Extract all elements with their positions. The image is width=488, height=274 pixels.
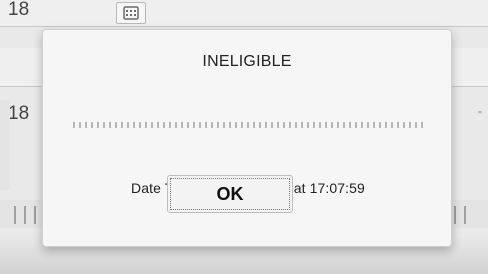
calendar-icon <box>123 6 139 20</box>
background-left-edge <box>0 100 10 190</box>
row-number: 18 <box>8 103 30 124</box>
calendar-button[interactable] <box>116 2 146 24</box>
background-right-ticks: '' <box>478 110 482 121</box>
ok-button[interactable]: OK <box>167 175 293 213</box>
message-artifact <box>73 122 423 128</box>
dialog-message-wrap: Date Time: June 30 2018 at 17:07:59 <box>73 104 423 196</box>
background-row-top: 18 <box>0 0 488 27</box>
row-number: 18 <box>8 0 30 20</box>
modal-dialog: INELIGIBLE Date Time: June 30 2018 at 17… <box>42 29 452 247</box>
dialog-title: INELIGIBLE <box>202 53 292 70</box>
